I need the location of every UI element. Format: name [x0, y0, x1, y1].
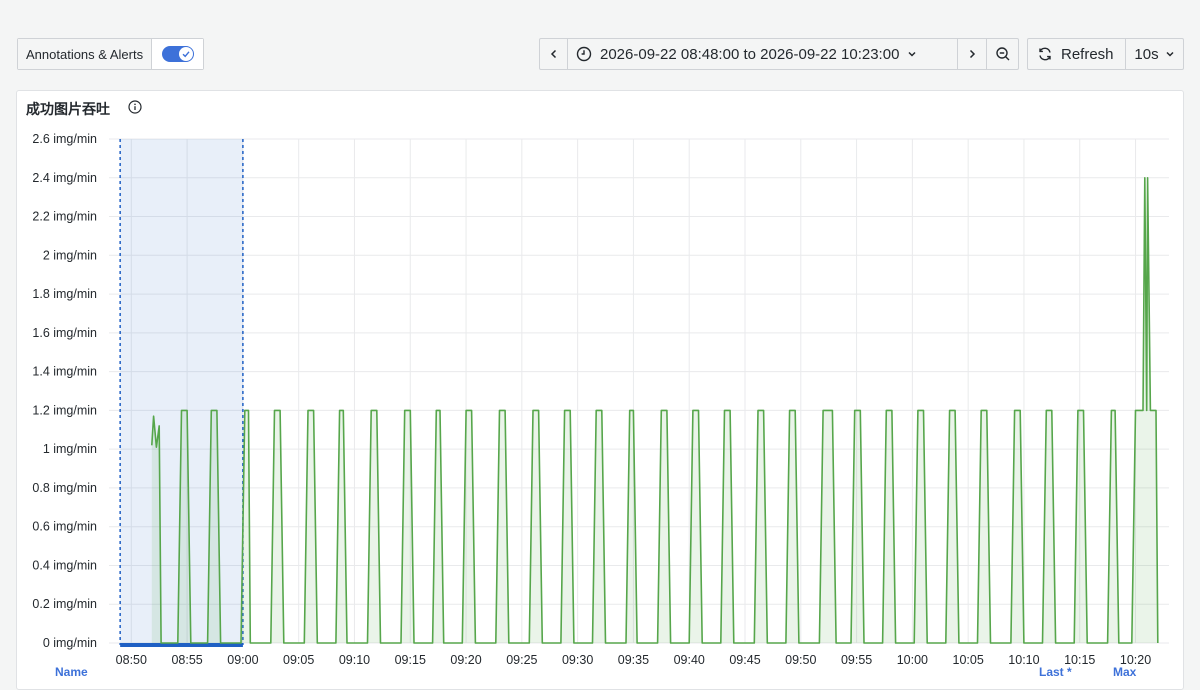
- time-range-text: 2026-09-22 08:48:00 to 2026-09-22 10:23:…: [600, 45, 900, 63]
- x-tick-label: 09:30: [562, 653, 593, 667]
- x-tick-label: 10:10: [1008, 653, 1039, 667]
- annotations-alerts-toggle[interactable]: [152, 39, 203, 69]
- time-shift-forward-button[interactable]: [958, 39, 987, 69]
- x-tick-label: 10:05: [953, 653, 984, 667]
- x-tick-label: 09:55: [841, 653, 872, 667]
- x-tick-label: 09:35: [618, 653, 649, 667]
- y-tick-label: 0.8 img/min: [32, 481, 97, 495]
- y-tick-label: 2.2 img/min: [32, 210, 97, 224]
- x-tick-label: 09:10: [339, 653, 370, 667]
- zoom-out-icon: [995, 47, 1009, 61]
- x-tick-label: 09:20: [450, 653, 481, 667]
- x-tick-label: 09:25: [506, 653, 537, 667]
- time-range-controls: 2026-09-22 08:48:00 to 2026-09-22 10:23:…: [539, 38, 1019, 70]
- refresh-button[interactable]: Refresh: [1028, 39, 1126, 69]
- annotations-alerts-control: Annotations & Alerts: [17, 38, 204, 70]
- x-tick-label: 08:50: [116, 653, 147, 667]
- y-tick-label: 1.6 img/min: [32, 326, 97, 340]
- graph-panel: 成功图片吞吐 0 img/min 0.2 img/min 0.4 img/min 0.…: [16, 90, 1184, 690]
- y-tick-label: 1.8 img/min: [32, 287, 97, 301]
- zoom-out-button[interactable]: [987, 39, 1018, 69]
- y-tick-label: 2.6 img/min: [32, 132, 97, 146]
- y-tick-label: 1 img/min: [43, 442, 97, 456]
- y-axis: 0 img/min 0.2 img/min 0.4 img/min 0.6 img/m…: [32, 132, 97, 650]
- y-tick-label: 1.4 img/min: [32, 365, 97, 379]
- chevron-down-icon: [1166, 51, 1174, 57]
- y-tick-label: 1.2 img/min: [32, 403, 97, 417]
- time-range-picker[interactable]: 2026-09-22 08:48:00 to 2026-09-22 10:23:…: [568, 39, 958, 69]
- y-tick-label: 0 img/min: [43, 636, 97, 650]
- check-icon: [178, 47, 193, 61]
- y-tick-label: 0.2 img/min: [32, 597, 97, 611]
- legend-header-max[interactable]: Max: [1113, 665, 1136, 679]
- y-tick-label: 2.4 img/min: [32, 171, 97, 185]
- refresh-label: Refresh: [1061, 45, 1114, 63]
- legend-header-last[interactable]: Last *: [1039, 665, 1072, 679]
- clock-icon: [576, 46, 592, 62]
- refresh-controls: Refresh 10s: [1027, 38, 1184, 70]
- refresh-interval-picker[interactable]: 10s: [1126, 39, 1183, 69]
- chevron-left-icon: [550, 49, 556, 59]
- legend-header-name[interactable]: Name: [55, 665, 88, 679]
- x-axis: 08:50 08:55 09:00 09:05 09:10 09:15 09:20 09:25…: [116, 653, 1152, 667]
- x-tick-label: 09:00: [227, 653, 258, 667]
- chevron-down-icon: [908, 51, 916, 57]
- time-series-chart[interactable]: 0 img/min 0.2 img/min 0.4 img/min 0.6 img/m…: [17, 91, 1183, 689]
- refresh-interval-value: 10s: [1134, 45, 1159, 63]
- x-tick-label: 09:40: [674, 653, 705, 667]
- time-shift-back-button[interactable]: [540, 39, 568, 69]
- x-tick-label: 09:05: [283, 653, 314, 667]
- chevron-right-icon: [969, 49, 976, 59]
- x-tick-label: 09:15: [395, 653, 426, 667]
- y-tick-label: 2 img/min: [43, 248, 97, 262]
- annotations-alerts-label: Annotations & Alerts: [18, 39, 153, 69]
- x-tick-label: 10:00: [897, 653, 928, 667]
- toggle-switch[interactable]: [161, 46, 194, 62]
- y-tick-label: 0.6 img/min: [32, 520, 97, 534]
- y-tick-label: 0.4 img/min: [32, 558, 97, 572]
- x-tick-label: 09:50: [785, 653, 816, 667]
- x-tick-label: 09:45: [729, 653, 760, 667]
- refresh-icon: [1039, 47, 1051, 61]
- x-tick-label: 08:55: [171, 653, 202, 667]
- chart-grid: [109, 138, 1169, 644]
